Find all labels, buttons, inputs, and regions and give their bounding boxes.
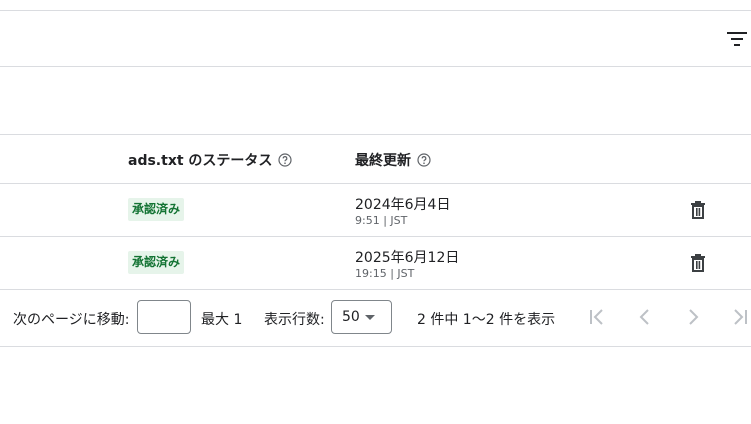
help-outline-icon[interactable] — [417, 153, 431, 167]
column-header-ads-txt-status[interactable]: ads.txt のステータス — [128, 150, 293, 170]
column-header-label: ads.txt のステータス — [128, 153, 273, 169]
max-page-label: 最大 1 — [201, 312, 243, 328]
table-header: ads.txt のステータス 最終更新 — [0, 135, 751, 183]
first-page-icon[interactable] — [586, 306, 608, 328]
help-outline-icon[interactable] — [278, 153, 293, 167]
column-header-last-updated[interactable]: 最終更新 — [355, 150, 431, 170]
column-header-label: 最終更新 — [355, 153, 411, 169]
goto-page-input[interactable] — [137, 300, 191, 334]
rows-per-page-label: 表示行数: — [264, 312, 325, 328]
trash-icon[interactable] — [688, 200, 708, 220]
table-row: 承認済み 2025年6月12日 19:15 | JST — [0, 237, 751, 289]
last-page-icon[interactable] — [729, 306, 751, 328]
last-updated-date: 2024年6月4日 — [355, 197, 451, 213]
chevron-left-icon[interactable] — [634, 306, 656, 328]
dropdown-caret-icon — [365, 315, 375, 320]
status-badge: 承認済み — [128, 198, 185, 221]
divider — [0, 66, 751, 67]
filter-list-icon[interactable] — [727, 31, 747, 47]
last-updated-date: 2025年6月12日 — [355, 250, 460, 266]
divider — [0, 346, 751, 347]
rows-per-page-value: 50 — [342, 309, 360, 325]
pagination-bar: 次のページに移動: 最大 1 表示行数: 50 2 件中 1〜2 件を表示 — [0, 290, 751, 346]
filter-bar — [0, 11, 751, 66]
rows-per-page-select[interactable]: 50 — [331, 300, 392, 334]
goto-page-label: 次のページに移動: — [13, 312, 130, 328]
last-updated-time: 19:15 | JST — [355, 267, 415, 280]
trash-icon[interactable] — [688, 253, 708, 273]
chevron-right-icon[interactable] — [682, 306, 704, 328]
last-updated-time: 9:51 | JST — [355, 214, 408, 227]
sites-table-page: ads.txt のステータス 最終更新 承認済み 2024年6月4日 9:51 … — [0, 0, 751, 424]
status-badge: 承認済み — [128, 251, 185, 274]
page-range-label: 2 件中 1〜2 件を表示 — [417, 312, 556, 328]
table-row: 承認済み 2024年6月4日 9:51 | JST — [0, 184, 751, 236]
